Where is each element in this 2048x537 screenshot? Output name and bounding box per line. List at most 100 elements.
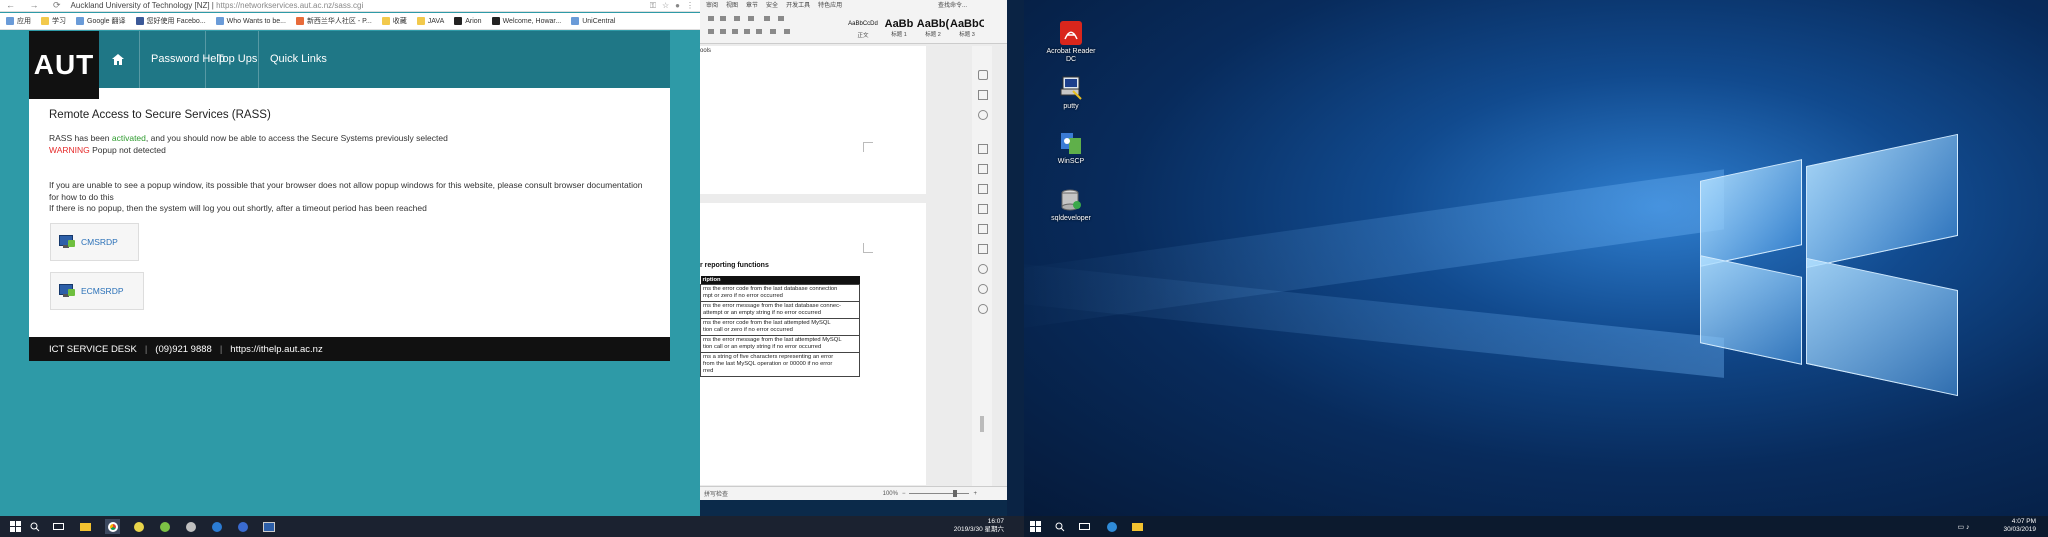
aut-logo[interactable]: AUT bbox=[29, 31, 99, 99]
search-icon[interactable] bbox=[1052, 519, 1067, 534]
bookmark-java[interactable]: JAVA bbox=[416, 17, 444, 25]
indent-icon[interactable] bbox=[734, 16, 740, 21]
select-icon[interactable] bbox=[978, 90, 988, 100]
shading-icon[interactable] bbox=[784, 29, 790, 34]
edge-icon[interactable] bbox=[1104, 519, 1119, 534]
margin-mark bbox=[863, 142, 873, 152]
folder-icon bbox=[416, 17, 425, 25]
service-desk-label: ICT SERVICE DESK bbox=[49, 343, 137, 355]
style-heading-2[interactable]: AaBb(标题 2 bbox=[916, 18, 950, 42]
divider: | bbox=[219, 343, 223, 355]
bookmark-arion[interactable]: Arion bbox=[454, 17, 482, 25]
document-page-1[interactable]: ools bbox=[700, 46, 926, 194]
nav-buttons-icon[interactable]: ← → ⟳ bbox=[6, 0, 67, 11]
line-spacing-icon[interactable] bbox=[770, 29, 776, 34]
share-icon[interactable] bbox=[978, 184, 988, 194]
indent-icon[interactable] bbox=[748, 16, 754, 21]
distribute-icon[interactable] bbox=[756, 29, 762, 34]
list-icon[interactable] bbox=[720, 16, 726, 21]
document-page-2[interactable]: r reporting functions ription rns the er… bbox=[700, 203, 926, 485]
right-clock[interactable]: 4:07 PM 30/03/2019 bbox=[1972, 518, 2036, 534]
star-icon[interactable]: ☆ bbox=[662, 1, 669, 11]
aut-page: Password Help Top Ups Quick Links AUT Re… bbox=[29, 31, 670, 361]
bookmark-welcome[interactable]: Welcome, Howar... bbox=[491, 17, 561, 25]
file-explorer-icon[interactable] bbox=[1130, 519, 1145, 534]
style-heading-1[interactable]: AaBb 标题 1 bbox=[882, 18, 916, 42]
help-icon[interactable] bbox=[978, 304, 988, 314]
style-heading-3[interactable]: AaBbC 标题 3 bbox=[950, 18, 984, 42]
bookmarks-bar: 应用 学习 Google 翻译 您好使用 Facebo... Who Wants… bbox=[0, 13, 700, 30]
image-icon[interactable] bbox=[978, 244, 988, 254]
app-icon[interactable] bbox=[131, 519, 146, 534]
browser-actions[interactable]: ⚿ ☆ ● ⋮ bbox=[650, 1, 694, 11]
shape-icon[interactable] bbox=[978, 110, 988, 120]
url-text[interactable]: https://networkservices.aut.ac.nz/sass.c… bbox=[216, 1, 363, 10]
bookmark-nz-chinese[interactable]: 新西兰华人社区 - P... bbox=[295, 16, 372, 26]
menu-icon[interactable]: ⋮ bbox=[686, 1, 694, 11]
left-clock[interactable]: 16:07 2019/3/30 星期六 bbox=[940, 518, 1004, 534]
zoom-out-icon[interactable]: − bbox=[902, 491, 906, 497]
app-icon[interactable] bbox=[209, 519, 224, 534]
justify-icon[interactable] bbox=[744, 29, 750, 34]
layout-icon[interactable] bbox=[978, 224, 988, 234]
start-button-right[interactable] bbox=[1028, 519, 1043, 534]
address-bar[interactable]: ← → ⟳ Auckland University of Technology … bbox=[0, 0, 700, 12]
warning-line: WARNING Popup not detected bbox=[49, 144, 166, 155]
ithelp-link[interactable]: https://ithelp.aut.ac.nz bbox=[230, 344, 322, 355]
chrome-icon[interactable] bbox=[105, 519, 120, 534]
desktop-icon-acrobat[interactable]: Acrobat Reader DC bbox=[1041, 20, 1101, 64]
bookmark-apps[interactable]: 应用 bbox=[6, 16, 31, 26]
timeout-text: If there is no popup, then the system wi… bbox=[49, 203, 427, 213]
cmsrdp-button[interactable]: CMSRDP bbox=[50, 223, 139, 261]
task-view-icon[interactable] bbox=[51, 519, 66, 534]
service-desk-phone[interactable]: (09)921 9888 bbox=[155, 344, 212, 355]
zoom-control[interactable]: 100% − + bbox=[883, 490, 977, 497]
copy-icon[interactable] bbox=[978, 144, 988, 154]
nav-icon[interactable] bbox=[978, 264, 988, 274]
home-icon[interactable] bbox=[103, 31, 133, 88]
nav-quick-links[interactable]: Quick Links bbox=[258, 31, 338, 88]
page-icon bbox=[571, 17, 580, 25]
app-icon[interactable] bbox=[183, 519, 198, 534]
translate-icon[interactable] bbox=[978, 204, 988, 214]
zoom-slider[interactable] bbox=[909, 490, 970, 497]
file-explorer-icon[interactable] bbox=[78, 519, 93, 534]
zoom-in-icon[interactable]: + bbox=[973, 491, 977, 497]
tool-icon[interactable] bbox=[978, 70, 988, 80]
app-icon[interactable] bbox=[157, 519, 172, 534]
taskbar: 16:07 2019/3/30 星期六 ▭ ♪ 4:07 PM 30/03/20… bbox=[0, 516, 2048, 537]
app-icon[interactable] bbox=[235, 519, 250, 534]
page-icon bbox=[295, 17, 304, 25]
key-icon[interactable]: ⚿ bbox=[650, 1, 656, 11]
desktop-icon-putty[interactable]: putty bbox=[1041, 75, 1101, 111]
scrollbar-thumb[interactable] bbox=[980, 416, 984, 432]
align-right-icon[interactable] bbox=[732, 29, 738, 34]
bookmark-study[interactable]: 学习 bbox=[41, 16, 66, 26]
history-icon[interactable] bbox=[978, 284, 988, 294]
style-normal[interactable]: AaBbCcDd 正文 bbox=[846, 18, 880, 42]
extension-icon[interactable]: ● bbox=[675, 1, 680, 11]
search-icon[interactable] bbox=[27, 519, 42, 534]
ecmsrdp-button[interactable]: ECMSRDP bbox=[50, 272, 144, 310]
bookmark-unicentral[interactable]: UniCentral bbox=[571, 17, 615, 25]
bookmark-google-translate[interactable]: Google 翻译 bbox=[76, 16, 126, 26]
list-icon[interactable] bbox=[708, 16, 714, 21]
cmsrdp-label: CMSRDP bbox=[81, 237, 118, 247]
sort-icon[interactable] bbox=[764, 16, 770, 21]
spell-check[interactable]: 拼写检查 bbox=[704, 489, 728, 498]
border-icon[interactable] bbox=[778, 16, 784, 21]
remote-desktop-icon[interactable] bbox=[261, 519, 276, 534]
task-view-icon[interactable] bbox=[1077, 519, 1092, 534]
bookmark-collect[interactable]: 收藏 bbox=[381, 16, 407, 26]
star-icon[interactable] bbox=[978, 164, 988, 174]
bookmark-who-wants[interactable]: Who Wants to be... bbox=[215, 17, 286, 25]
align-left-icon[interactable] bbox=[708, 29, 714, 34]
desktop-icon-winscp[interactable]: WinSCP bbox=[1041, 130, 1101, 166]
zoom-thumb[interactable] bbox=[953, 490, 958, 497]
align-center-icon[interactable] bbox=[720, 29, 726, 34]
start-button[interactable] bbox=[8, 519, 23, 534]
bookmark-facebook[interactable]: 您好使用 Facebo... bbox=[135, 16, 206, 26]
zoom-value[interactable]: 100% bbox=[883, 491, 898, 497]
tray-icons[interactable]: ▭ ♪ bbox=[1956, 519, 1971, 534]
desktop-icon-sqldeveloper[interactable]: sqldeveloper bbox=[1041, 187, 1101, 223]
